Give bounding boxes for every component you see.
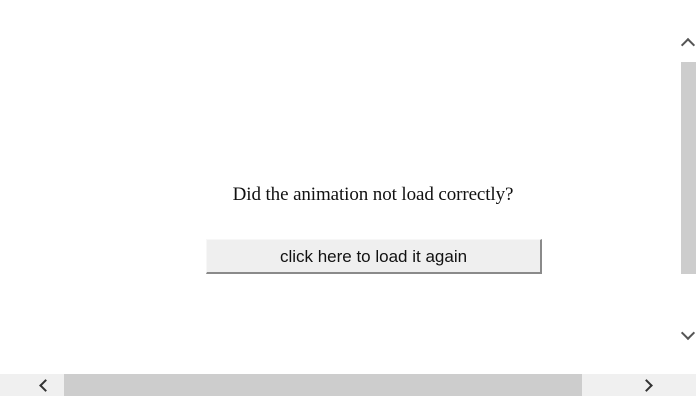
scroll-up-button[interactable] bbox=[679, 28, 696, 56]
vertical-scrollbar[interactable] bbox=[679, 0, 696, 374]
scrollbar-corner bbox=[679, 374, 696, 396]
chevron-up-icon bbox=[680, 37, 696, 53]
scroll-down-button[interactable] bbox=[679, 324, 696, 352]
scroll-right-button[interactable] bbox=[634, 374, 662, 396]
page-viewport: Did the animation not load correctly? cl… bbox=[0, 0, 696, 396]
horizontal-scrollbar[interactable] bbox=[0, 374, 696, 396]
chevron-left-icon bbox=[39, 379, 52, 392]
animation-error-message: Did the animation not load correctly? bbox=[232, 184, 514, 205]
chevron-right-icon bbox=[640, 379, 653, 392]
vertical-scroll-thumb[interactable] bbox=[681, 62, 696, 274]
reload-animation-button[interactable]: click here to load it again bbox=[206, 239, 542, 274]
horizontal-scroll-thumb[interactable] bbox=[64, 374, 582, 396]
chevron-down-icon bbox=[680, 325, 696, 341]
scroll-left-button[interactable] bbox=[30, 374, 58, 396]
